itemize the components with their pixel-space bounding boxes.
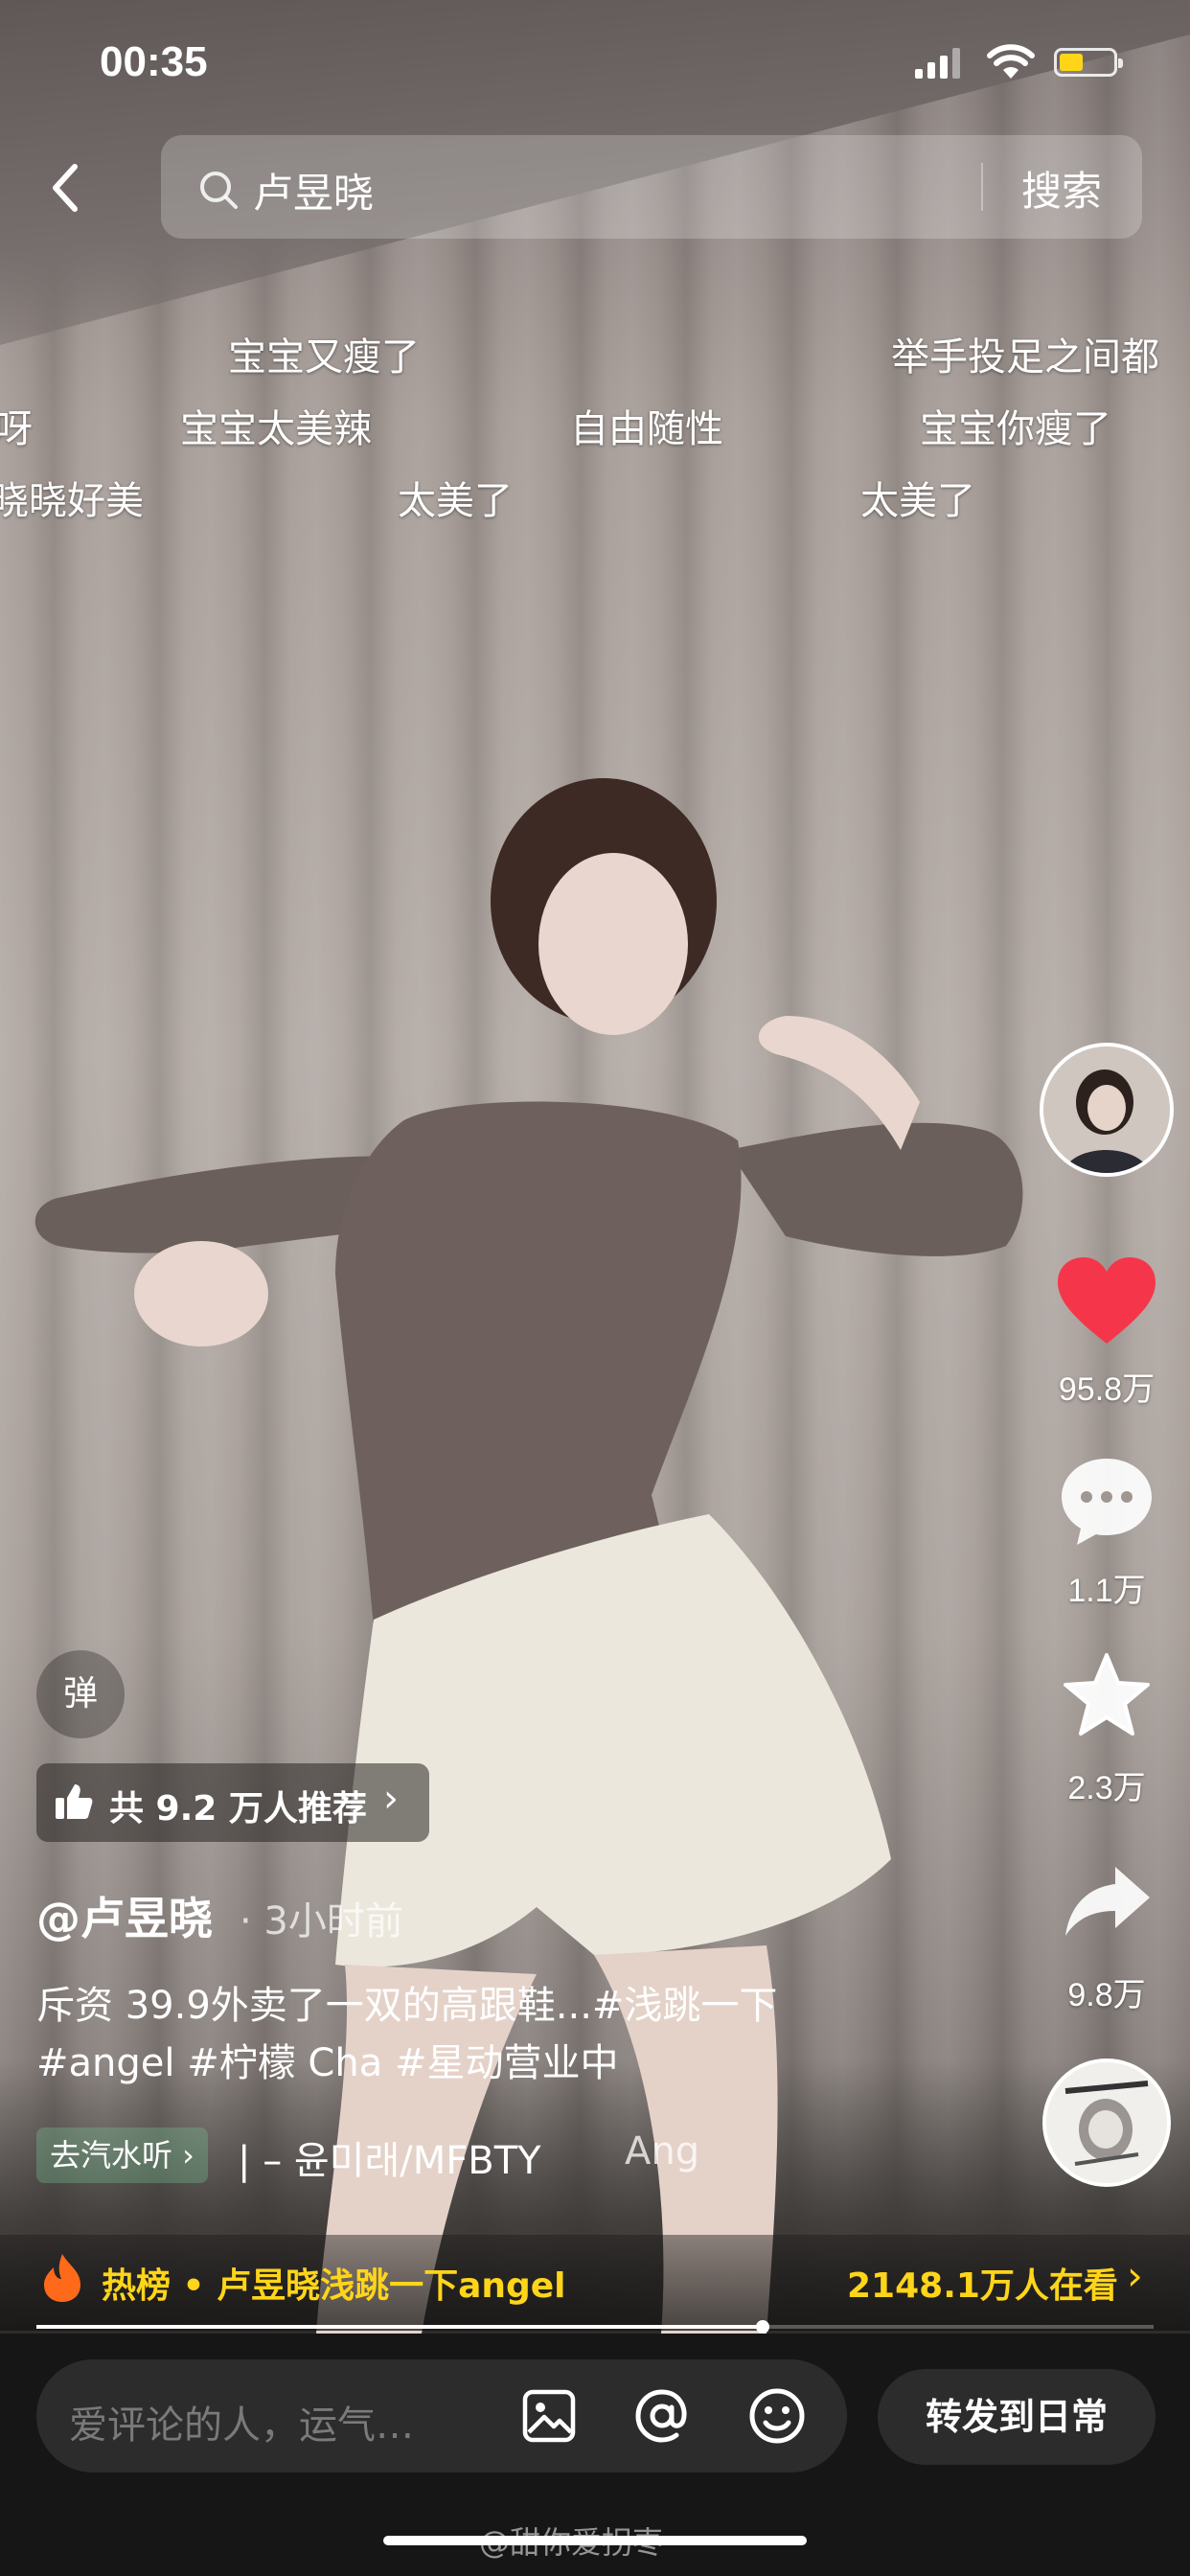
music-disc[interactable]	[1042, 2058, 1171, 2187]
caption-line[interactable]: 斥资 39.9外卖了一双的高跟鞋...#浅跳一下	[36, 1978, 899, 2034]
battery-icon	[1054, 48, 1123, 77]
progress-knob[interactable]	[755, 2320, 769, 2334]
comment-count: 1.1万	[1067, 1573, 1146, 1609]
forward-to-daily-button[interactable]: 转发到日常	[878, 2369, 1156, 2465]
wifi-icon	[987, 44, 1035, 79]
share-count: 9.8万	[1067, 1977, 1146, 2013]
danmaku-comment: 太美了	[398, 479, 513, 523]
favorite-count: 2.3万	[1067, 1770, 1146, 1806]
danmaku-comment: 晓晓好美	[0, 479, 144, 523]
search-button[interactable]: 搜索	[1021, 159, 1102, 218]
music-cover-icon	[1046, 2062, 1167, 2183]
favorite-star-icon[interactable]	[1062, 1652, 1152, 1738]
author-name[interactable]: @卢昱晓	[36, 1884, 213, 1947]
danmaku-comment: 呀	[0, 407, 33, 451]
danmaku-toggle-button[interactable]: 弹	[36, 1650, 125, 1738]
emoji-icon[interactable]	[747, 2386, 807, 2446]
search-divider	[981, 163, 983, 211]
comment-bubble-icon[interactable]	[1058, 1455, 1156, 1547]
danmaku-comment: 宝宝又瘦了	[228, 335, 420, 380]
recommend-count: 共 9.2 万人推荐	[109, 1789, 367, 1828]
home-indicator[interactable]	[383, 2536, 807, 2545]
chevron-right-icon: ›	[383, 1777, 399, 1821]
caption-hashtags[interactable]: #angel #柠檬 Cha #星动营业中	[36, 2036, 899, 2091]
status-bar: 00:35	[0, 0, 1190, 125]
like-heart-icon[interactable]	[1056, 1255, 1157, 1347]
clock: 00:35	[100, 38, 208, 85]
recommend-chip[interactable]: 共 9.2 万人推荐 ›	[36, 1763, 429, 1842]
danmaku-comment: 太美了	[860, 479, 975, 523]
comment-placeholder[interactable]: 爱评论的人，运气…	[69, 2394, 414, 2450]
search-icon	[200, 172, 238, 209]
hot-list-title[interactable]: 热榜 • 卢昱晓浅跳一下angel	[102, 2258, 566, 2308]
open-in-soda-button[interactable]: 去汽水听 ›	[36, 2128, 208, 2183]
post-time: · 3小时前	[240, 1899, 403, 1944]
cellular-signal-icon	[915, 48, 960, 79]
danmaku-comment: 自由随性	[570, 407, 723, 451]
viewer-count: 2148.1万人在看	[847, 2266, 1118, 2306]
thumbs-up-icon	[56, 1784, 93, 1819]
like-count: 95.8万	[1058, 1371, 1156, 1408]
search-input[interactable]: 卢昱晓	[253, 161, 374, 219]
image-icon[interactable]	[521, 2388, 577, 2444]
danmaku-comment: 举手投足之间都	[891, 335, 1159, 380]
mention-at-icon[interactable]	[632, 2386, 692, 2446]
music-title[interactable]: | – 윤미래/MFBTY	[238, 2129, 541, 2185]
author-avatar[interactable]	[1040, 1043, 1174, 1177]
video-progress-bar[interactable]	[36, 2320, 1154, 2334]
danmaku-comment: 宝宝太美辣	[180, 407, 372, 451]
chevron-right-icon[interactable]: ›	[1127, 2252, 1143, 2299]
back-arrow-icon[interactable]	[42, 161, 96, 215]
avatar-portrait	[1043, 1046, 1170, 1173]
danmaku-comment: 宝宝你瘦了	[920, 407, 1111, 451]
progress-fill	[36, 2325, 763, 2329]
music-title-scroll: Ang	[625, 2129, 700, 2174]
share-arrow-icon[interactable]	[1062, 1863, 1154, 1940]
fire-icon	[44, 2254, 80, 2302]
